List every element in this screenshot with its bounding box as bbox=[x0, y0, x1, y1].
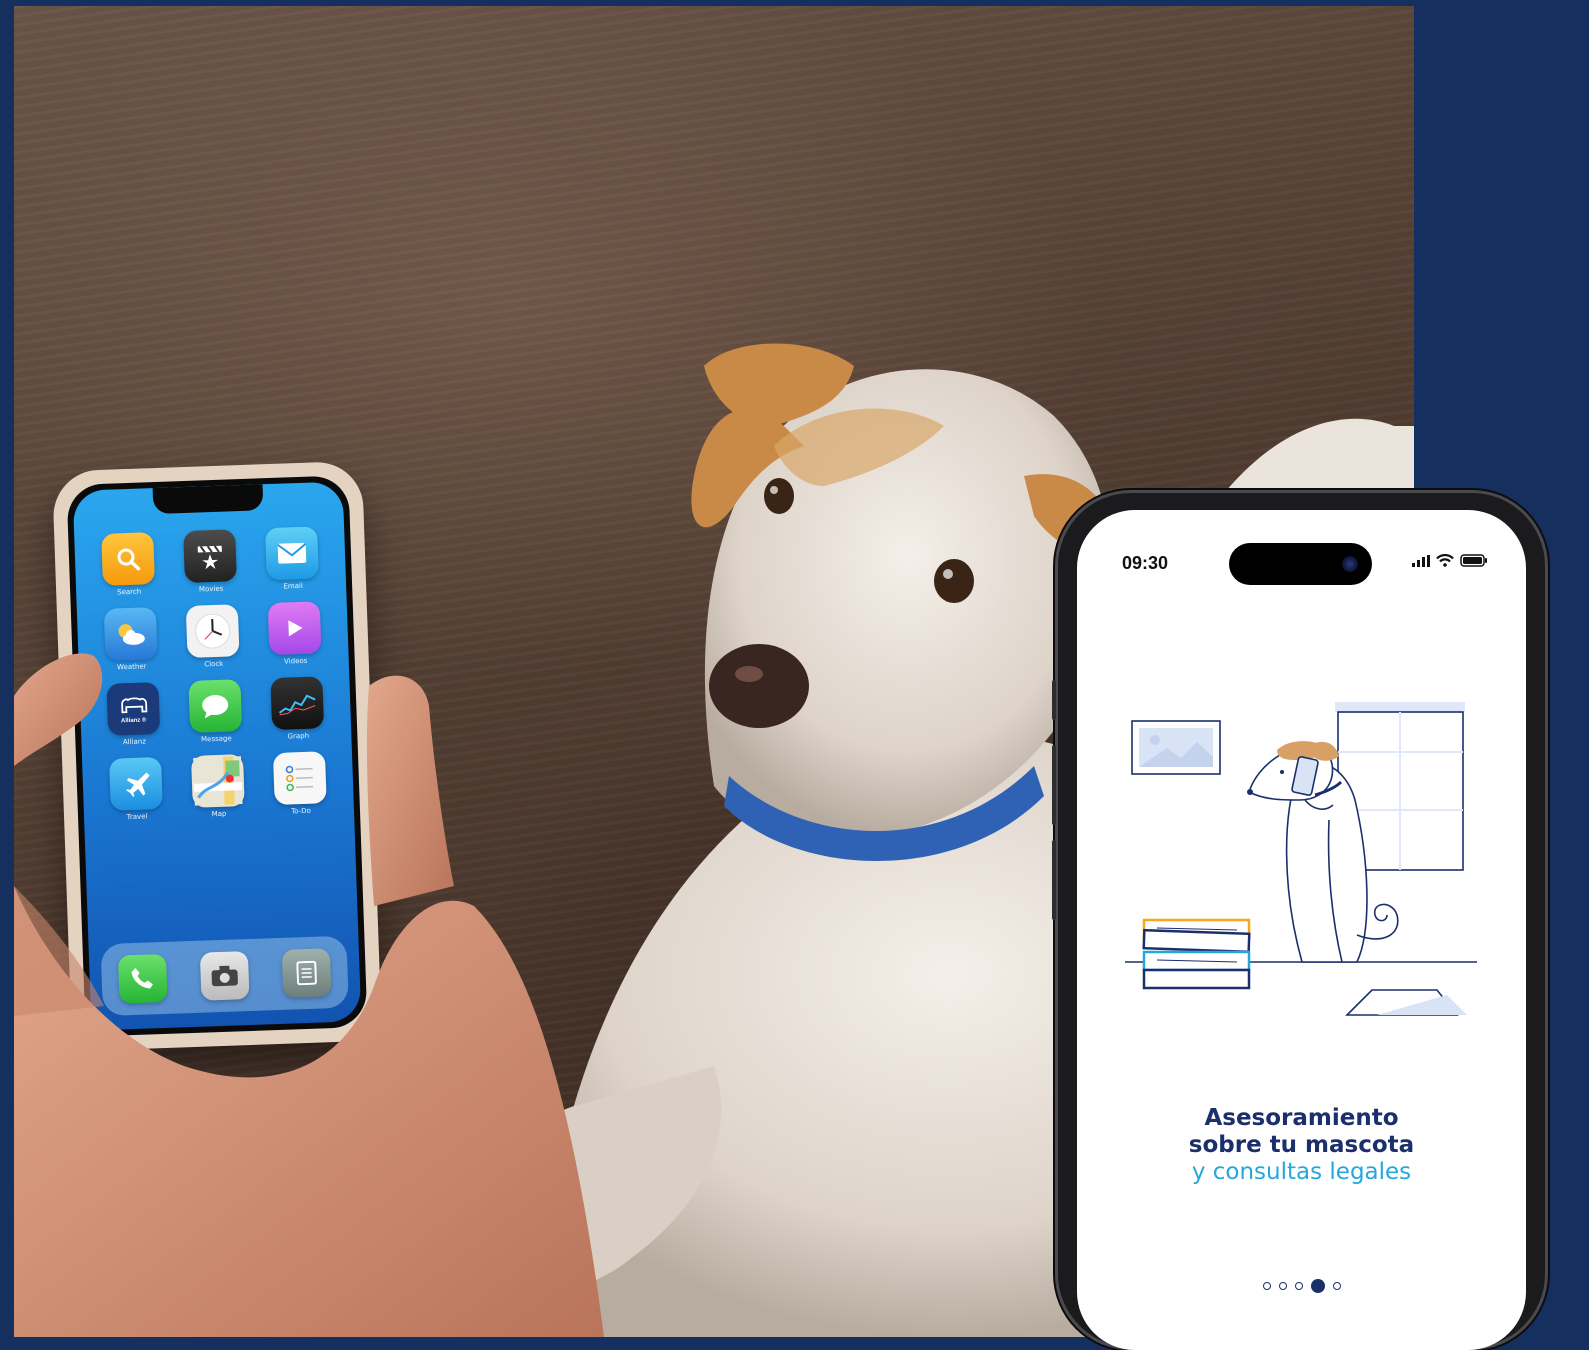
pager-dot-1[interactable] bbox=[1263, 1282, 1271, 1290]
app-screen: 09:30 bbox=[1077, 510, 1526, 1350]
app-phone: 09:30 bbox=[1055, 490, 1548, 1350]
pager-dot-2[interactable] bbox=[1279, 1282, 1287, 1290]
headline-line-1: Asesoramiento bbox=[1077, 1105, 1526, 1132]
volume-up-button bbox=[1052, 745, 1056, 825]
side-button bbox=[1052, 680, 1056, 720]
onboarding-headline: Asesoramiento sobre tu mascota y consult… bbox=[1077, 1105, 1526, 1186]
pet-consult-illustration bbox=[1077, 510, 1526, 1070]
volume-down-button bbox=[1052, 840, 1056, 920]
headline-line-2: sobre tu mascota bbox=[1077, 1132, 1526, 1159]
headline-line-3: y consultas legales bbox=[1077, 1159, 1526, 1186]
pager-dot-3[interactable] bbox=[1295, 1282, 1303, 1290]
pager-dots[interactable] bbox=[1077, 1279, 1526, 1293]
pager-dot-4-active[interactable] bbox=[1311, 1279, 1325, 1293]
pager-dot-5[interactable] bbox=[1333, 1282, 1341, 1290]
